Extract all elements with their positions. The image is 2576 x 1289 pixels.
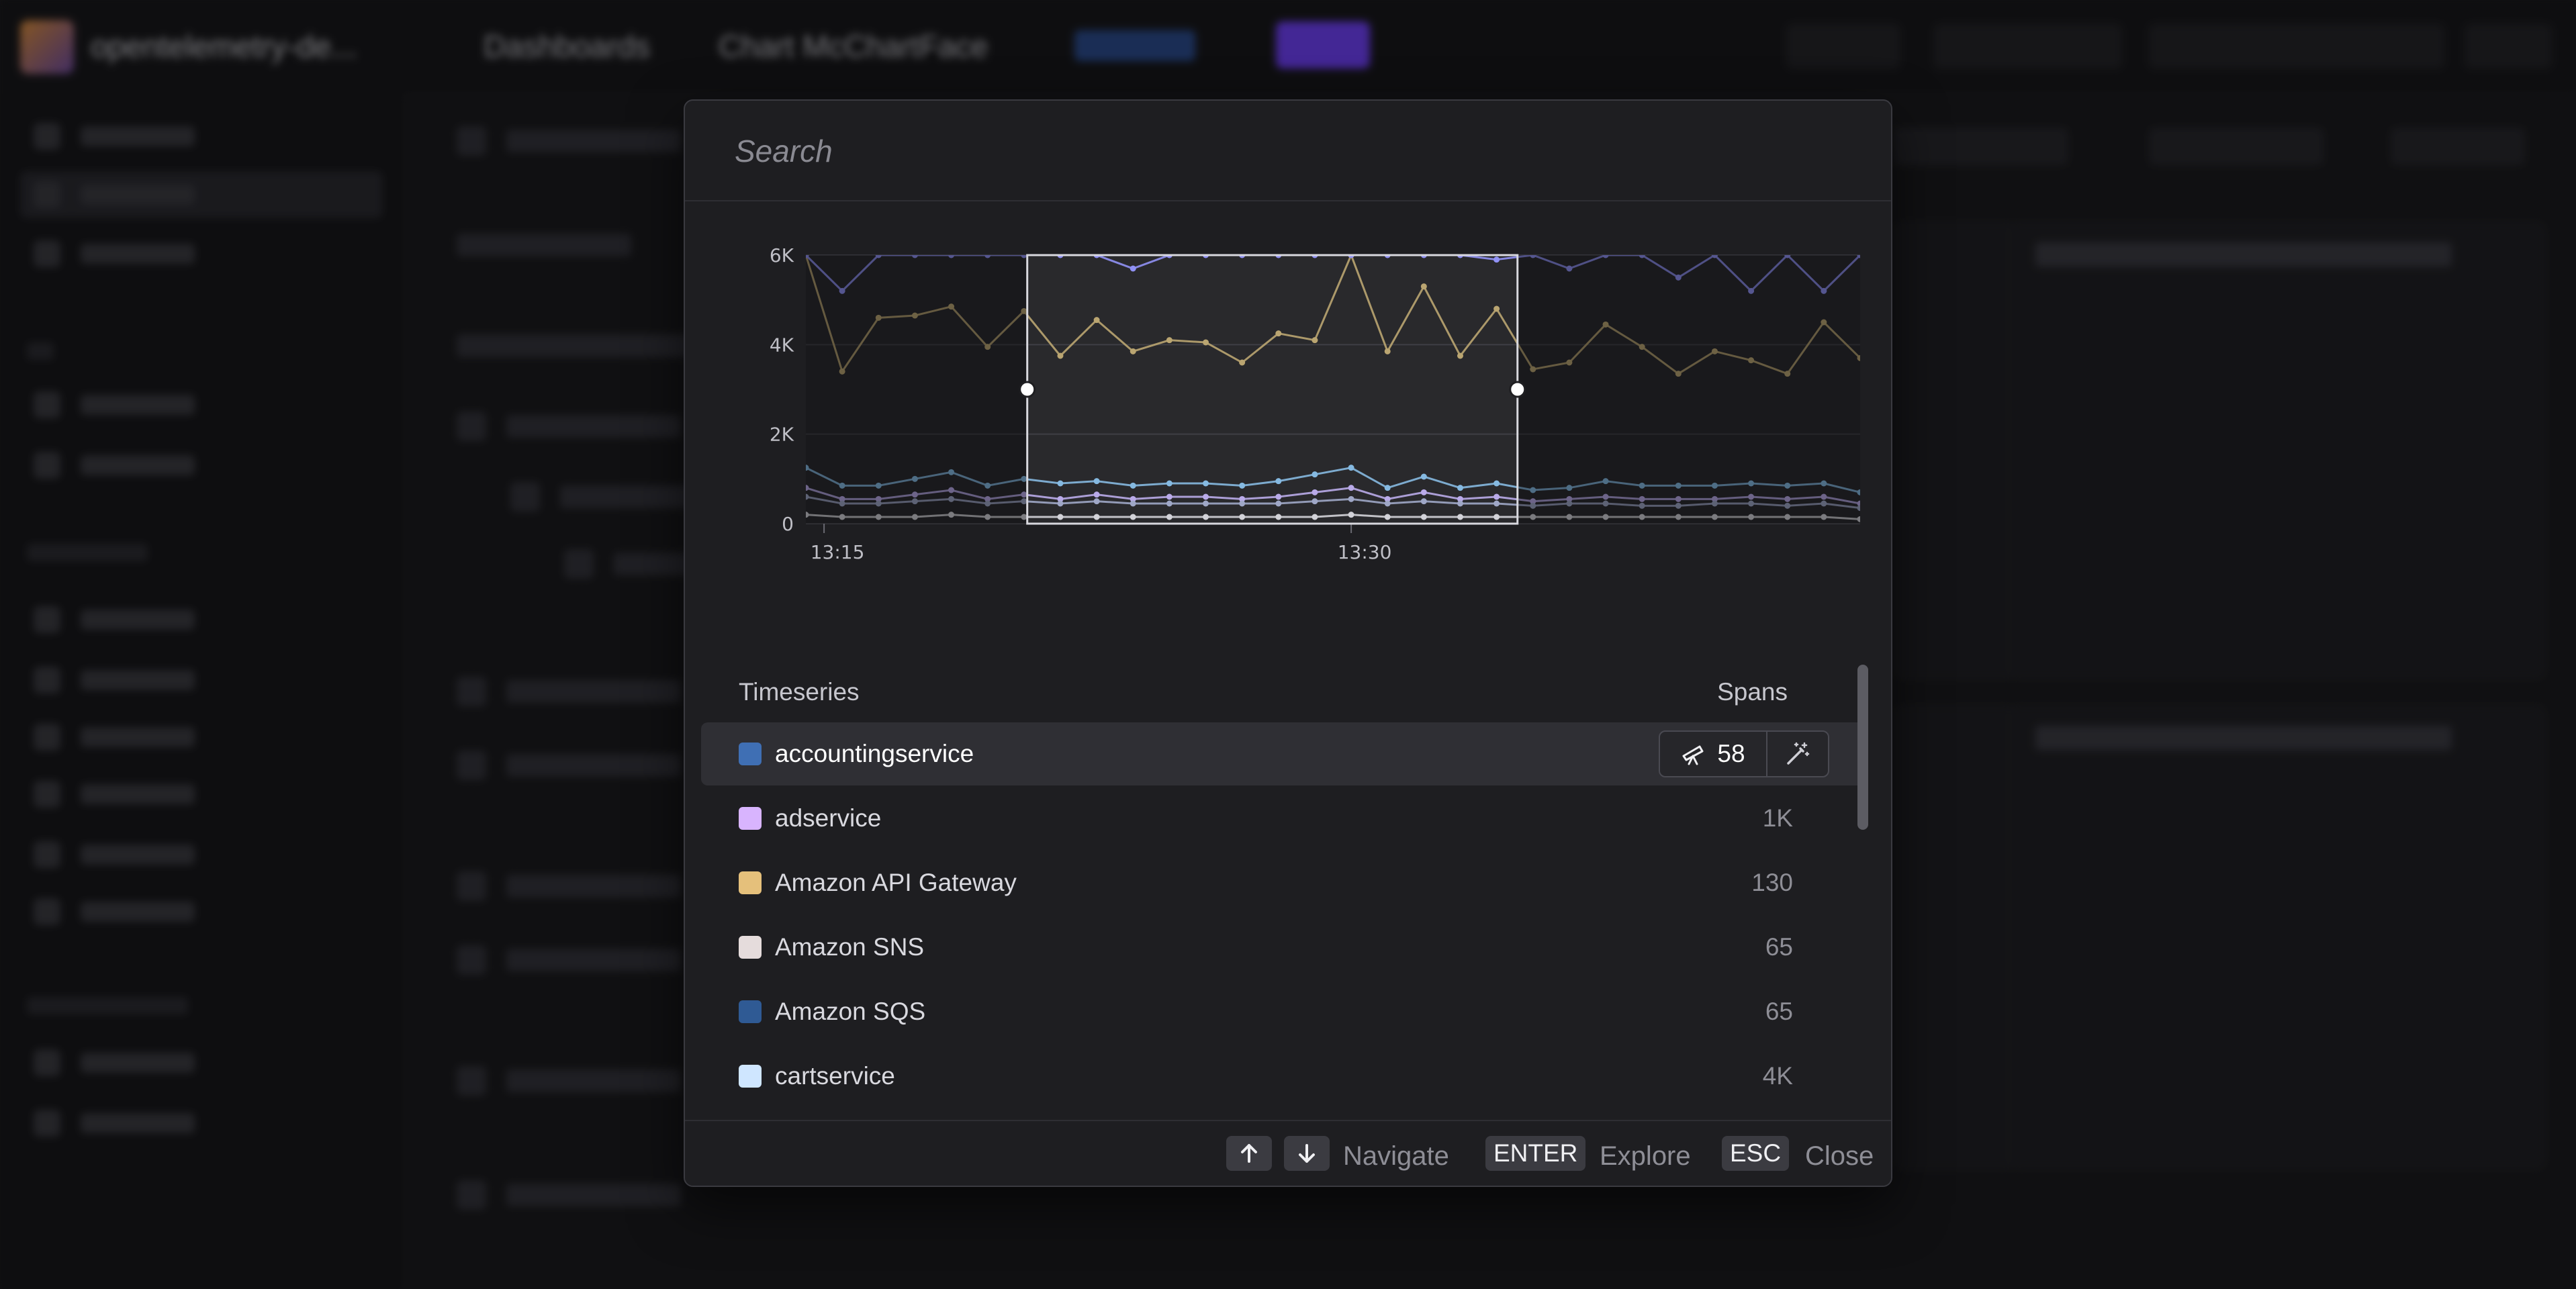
timeseries-row[interactable]: Amazon SNS 65	[701, 916, 1867, 979]
span-count: 65	[1765, 998, 1793, 1025]
list-scrollbar[interactable]	[1857, 665, 1868, 830]
timeseries-row[interactable]: adservice 1K	[701, 787, 1867, 850]
selection-handle-left[interactable]	[1019, 381, 1036, 398]
timeseries-search-modal: 0 2K 4K 6K 13:15 13:30 Timeseries Spans accou…	[684, 99, 1892, 1187]
telescope-icon	[1682, 745, 1704, 765]
x-tick-label: 13:15	[811, 541, 865, 563]
enter-key: ENTER	[1485, 1136, 1586, 1171]
timeseries-row[interactable]: Amazon API Gateway 130	[701, 851, 1867, 914]
series-color-swatch	[739, 743, 762, 765]
y-tick-label: 0	[782, 513, 794, 535]
x-tick-label: 13:30	[1338, 541, 1392, 563]
explore-button[interactable]: 58	[1660, 732, 1767, 776]
series-color-swatch	[739, 807, 762, 830]
row-actions: 58	[1659, 730, 1829, 777]
navigate-hint: Navigate	[1343, 1141, 1449, 1171]
timeseries-name: accountingservice	[775, 740, 974, 767]
spans-column-header: Spans	[1717, 678, 1788, 706]
timeseries-column-header: Timeseries	[739, 678, 860, 706]
timeseries-row[interactable]: accountingservice 58	[701, 722, 1867, 785]
ai-assist-button[interactable]	[1767, 732, 1828, 776]
series-color-swatch	[739, 1065, 762, 1088]
timeseries-chart[interactable]: 0 2K 4K 6K 13:15 13:30	[725, 235, 1867, 638]
arrow-up-icon	[1226, 1136, 1272, 1171]
timeseries-list: accountingservice 58 adservice 1K Amazon API…	[701, 722, 1867, 1186]
timeseries-row[interactable]: cartservice 4K	[701, 1045, 1867, 1108]
timeseries-name: cartservice	[775, 1062, 895, 1090]
close-hint: Close	[1805, 1141, 1874, 1171]
y-tick-label: 6K	[770, 244, 794, 267]
timeseries-name: Amazon SQS	[775, 998, 926, 1025]
span-count: 4K	[1762, 1062, 1793, 1090]
esc-key: ESC	[1722, 1136, 1790, 1171]
selection-window	[1026, 254, 1519, 525]
selection-dim-left	[806, 255, 1027, 524]
timeseries-name: adservice	[775, 804, 882, 832]
explore-hint: Explore	[1600, 1141, 1691, 1171]
y-tick-label: 4K	[770, 334, 794, 356]
series-color-swatch	[739, 871, 762, 894]
span-count: 65	[1765, 933, 1793, 961]
keyboard-hints: Navigate ENTER Explore ESC Close	[685, 1120, 1891, 1186]
selection-handle-right[interactable]	[1509, 381, 1526, 398]
timeseries-row[interactable]: Amazon SQS 65	[701, 980, 1867, 1043]
selection-dim-right	[1517, 255, 1860, 524]
magic-wand-icon	[1787, 742, 1810, 765]
span-count: 130	[1751, 869, 1793, 896]
y-tick-label: 2K	[770, 424, 794, 446]
search-row	[685, 101, 1891, 201]
span-count: 58	[1717, 740, 1745, 767]
series-color-swatch	[739, 1000, 762, 1023]
timeseries-name: Amazon SNS	[775, 933, 925, 961]
arrow-down-icon	[1284, 1136, 1330, 1171]
list-header: Timeseries Spans	[725, 665, 1860, 718]
span-count: 1K	[1762, 804, 1793, 832]
series-color-swatch	[739, 936, 762, 959]
timeseries-name: Amazon API Gateway	[775, 869, 1017, 896]
search-input[interactable]	[733, 125, 1810, 177]
